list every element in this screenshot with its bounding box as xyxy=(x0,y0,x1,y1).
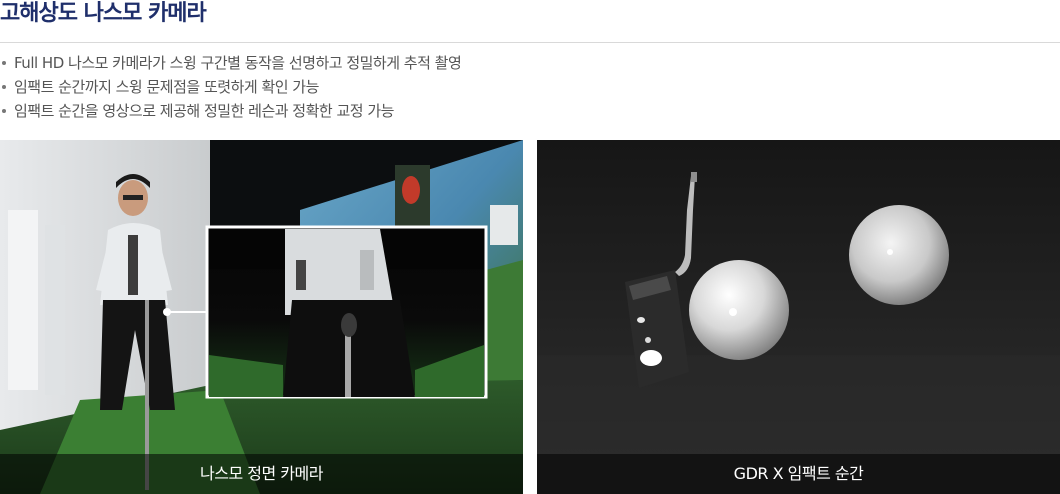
title-divider xyxy=(0,42,1060,43)
bullet-dot-icon xyxy=(2,61,6,65)
front-camera-photo: 나스모 정면 카메라 xyxy=(0,140,523,494)
feature-text: Full HD 나스모 카메라가 스윙 구간별 동작을 선명하고 정밀하게 추적… xyxy=(14,54,462,72)
bullet-dot-icon xyxy=(2,109,6,113)
feature-item: 임팩트 순간을 영상으로 제공해 정밀한 레슨과 정확한 교정 가능 xyxy=(0,99,461,123)
photo-caption: GDR X 임팩트 순간 xyxy=(537,454,1060,494)
impact-photo: GDR X 임팩트 순간 xyxy=(537,140,1060,494)
feature-list: Full HD 나스모 카메라가 스윙 구간별 동작을 선명하고 정밀하게 추적… xyxy=(0,51,462,123)
feature-text: 임팩트 순간까지 스윙 문제점을 또렷하게 확인 가능 xyxy=(14,78,319,96)
impact-moment-image xyxy=(537,140,1060,494)
feature-text: 임팩트 순간을 영상으로 제공해 정밀한 레슨과 정확한 교정 가능 xyxy=(14,102,394,120)
feature-item: 임팩트 순간까지 스윙 문제점을 또렷하게 확인 가능 xyxy=(0,75,461,99)
bullet-dot-icon xyxy=(2,85,6,89)
feature-item: Full HD 나스모 카메라가 스윙 구간별 동작을 선명하고 정밀하게 추적… xyxy=(0,51,462,75)
photo-caption: 나스모 정면 카메라 xyxy=(0,454,523,494)
golf-simulator-room-image xyxy=(0,140,523,494)
page-title: 고해상도 나스모 카메라 xyxy=(0,1,207,26)
